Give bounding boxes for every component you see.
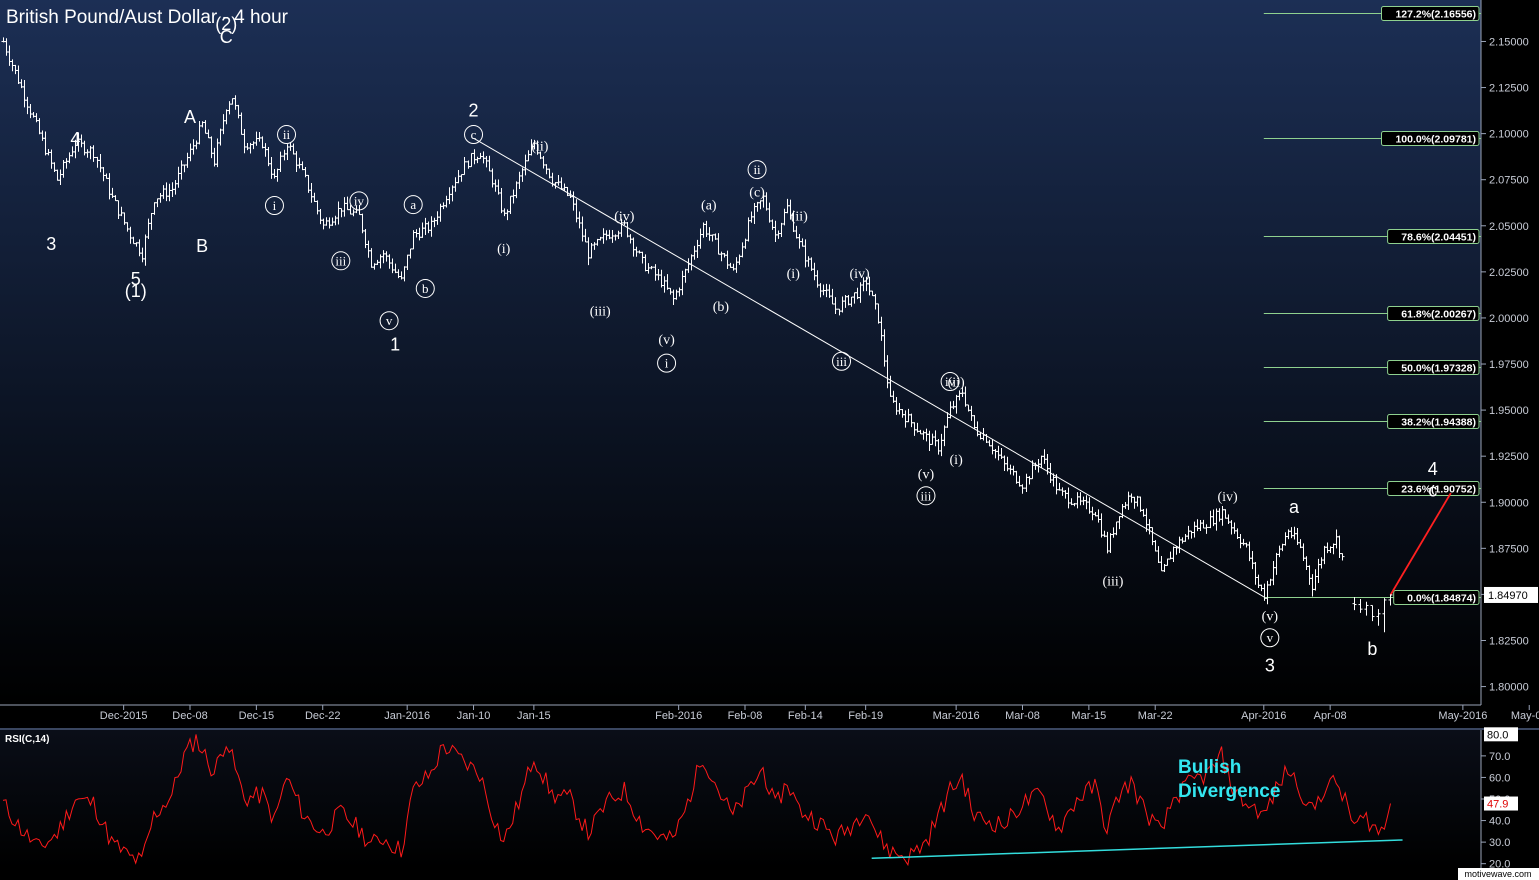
price-tick-label: 2.00000 [1489,313,1529,325]
rsi-current-label: 47.9 [1487,799,1508,811]
wave-label: (iii) [590,305,611,320]
wave-label: (i) [497,242,511,257]
chart-title: British Pound/Aust Dollar - 4 hour [6,7,289,28]
time-tick-label: Jan-2016 [384,710,430,722]
time-tick-label: Feb-14 [788,710,823,722]
time-tick-label: Apr-08 [1314,710,1347,722]
wave-label: v [1267,630,1274,645]
fib-label: 61.8%(2.00267) [1401,309,1476,321]
fib-label: 100.0%(2.09781) [1395,134,1476,146]
time-tick-label: Dec-08 [172,710,207,722]
wave-label: A [184,107,196,127]
wave-label: 3 [46,234,56,254]
time-tick-label: Feb-08 [728,710,763,722]
fib-label: 78.6%(2.04451) [1401,232,1476,244]
price-tick-label: 2.12500 [1489,83,1529,95]
wave-label: iv [354,193,365,208]
price-panel[interactable] [0,0,1481,705]
wave-label: (i) [950,453,964,468]
wave-label: 4 [1428,459,1438,479]
price-tick-label: 1.92500 [1489,451,1529,463]
wave-label: (ii) [531,140,548,155]
price-tick-label: 1.87500 [1489,543,1529,555]
time-tick-label: Dec-2015 [100,710,148,722]
wave-label: (iv) [614,210,635,225]
rsi-tick-label: 30.0 [1489,837,1510,849]
rsi-title: RSI(C,14) [5,734,49,745]
price-tick-label: 2.07500 [1489,175,1529,187]
time-tick-label: Feb-2016 [655,710,702,722]
fib-label: 23.6%(1.90752) [1401,484,1476,496]
wave-label: (i) [787,267,801,282]
price-tick-label: 1.90000 [1489,497,1529,509]
fib-label: 0.0%(1.84874) [1407,593,1476,605]
time-tick-label: Mar-2016 [933,710,980,722]
time-tick-label: Mar-22 [1138,710,1173,722]
divergence-label-line1: Bullish [1178,757,1241,778]
wave-label: iii [335,253,346,268]
wave-label: B [196,236,208,256]
divergence-label-line2: Divergence [1178,781,1280,802]
fib-label: 127.2%(2.16556) [1395,9,1476,21]
wave-label: (c) [749,186,765,201]
wave-label: i [665,356,669,371]
wave-label: (v) [1262,610,1279,625]
wave-label: (1) [125,281,147,301]
time-tick-label: Feb-19 [848,710,883,722]
wave-label: c [1428,480,1437,500]
wave-label: 1 [390,335,400,355]
rsi-tick-label: 40.0 [1489,816,1510,828]
current-price-label: 1.84970 [1488,590,1528,602]
wave-label: (v) [658,333,675,348]
wave-label: (iv) [850,267,871,282]
wave-label: b [422,281,429,296]
time-tick-label: Dec-22 [305,710,340,722]
rsi-tick-label: 70.0 [1489,751,1510,763]
time-tick-label: Jan-15 [517,710,551,722]
time-tick-label: May-08 [1511,710,1539,722]
wave-label: (a) [701,199,717,214]
wave-label: (v) [918,468,935,483]
price-tick-label: 1.97500 [1489,359,1529,371]
price-tick-label: 2.05000 [1489,221,1529,233]
wave-label: v [386,313,393,328]
wave-label: a [1289,497,1300,517]
time-tick-label: Jan-10 [457,710,491,722]
price-tick-label: 1.82500 [1489,635,1529,647]
time-tick-label: Mar-15 [1071,710,1106,722]
rsi-top-label: 80.0 [1487,729,1508,741]
wave-label: (b) [713,300,730,315]
time-tick-label: Mar-08 [1005,710,1040,722]
wave-label: c [471,127,477,142]
wave-label: (ii) [948,376,965,391]
wave-label: (iv) [1217,490,1238,505]
wave-label: C [220,27,233,47]
wave-label: 4 [70,129,80,149]
price-tick-label: 2.15000 [1489,36,1529,48]
wave-label: ii [753,162,761,177]
fib-label: 38.2%(1.94388) [1401,417,1476,429]
wave-label: (ii) [791,210,808,225]
price-tick-label: 1.80000 [1489,682,1529,694]
wave-label: b [1367,639,1377,659]
price-tick-label: 1.95000 [1489,405,1529,417]
price-tick-label: 2.10000 [1489,129,1529,141]
wave-label: (iii) [1102,575,1123,590]
rsi-tick-label: 60.0 [1489,772,1510,784]
wave-label: ii [283,127,291,142]
time-tick-label: Apr-2016 [1241,710,1286,722]
time-tick-label: May-2016 [1438,710,1487,722]
wave-label: iii [921,488,932,503]
fib-label: 50.0%(1.97328) [1401,363,1476,375]
wave-label: 2 [469,101,479,121]
price-tick-label: 2.02500 [1489,267,1529,279]
wave-label: iii [836,354,847,369]
wave-label: i [273,198,277,213]
wave-label: 3 [1265,655,1275,675]
forex-chart: 127.2%(2.16556) 100.0%(2.09781) 78.6%(2.04… [0,0,1539,880]
time-tick-label: Dec-15 [239,710,274,722]
wave-label: a [410,197,416,212]
watermark: motivewave.com [1464,869,1531,879]
